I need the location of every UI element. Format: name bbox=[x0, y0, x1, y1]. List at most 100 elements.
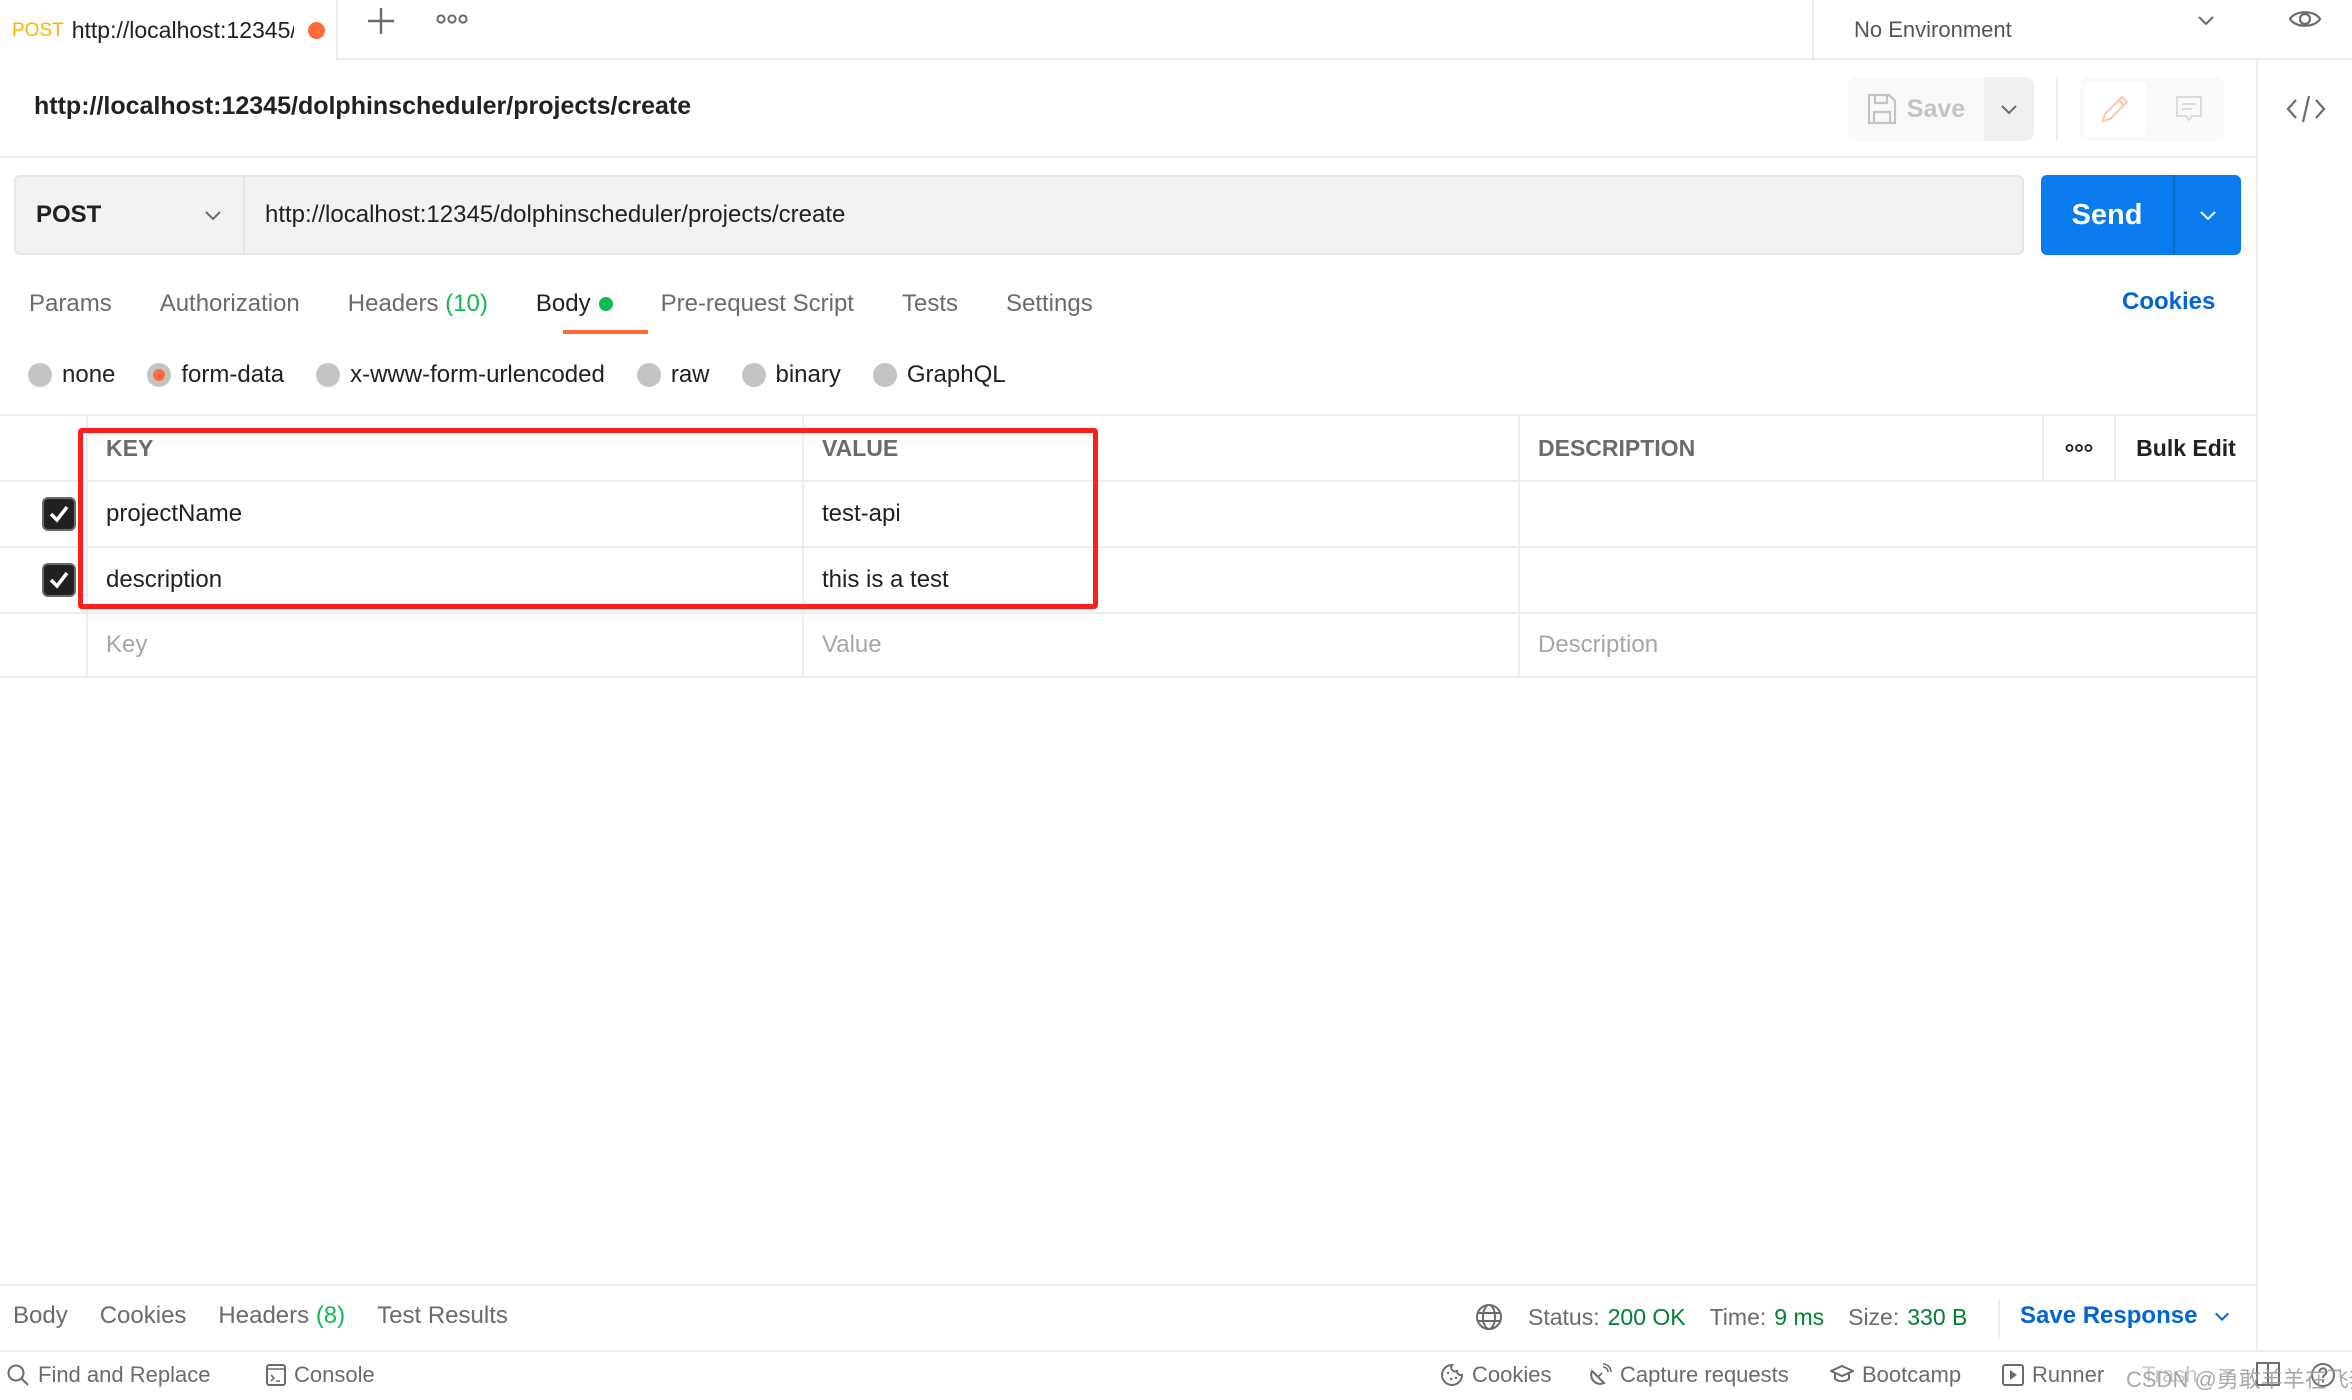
time-value[interactable]: 9 ms bbox=[1774, 1304, 1824, 1331]
save-button[interactable]: Save bbox=[1848, 77, 1984, 141]
more-horizontal-icon[interactable] bbox=[436, 12, 468, 26]
headers-count: (10) bbox=[445, 290, 488, 317]
size-value[interactable]: 330 B bbox=[1907, 1304, 1967, 1331]
console-icon bbox=[266, 1364, 286, 1386]
capture-requests-button[interactable]: Capture requests bbox=[1588, 1362, 1789, 1388]
tab-method: POST bbox=[12, 19, 64, 41]
radio-binary[interactable]: binary bbox=[741, 361, 841, 389]
radio-label: x-www-form-urlencoded bbox=[350, 361, 605, 388]
checkbox-cell bbox=[0, 548, 86, 612]
edit-button[interactable] bbox=[2084, 81, 2146, 137]
form-data-table: KEY VALUE DESCRIPTION Bulk Edit projectN… bbox=[0, 414, 2256, 678]
find-replace-button[interactable]: Find and Replace bbox=[6, 1362, 210, 1388]
request-title[interactable]: http://localhost:12345/dolphinscheduler/… bbox=[34, 92, 691, 121]
tab-label: Authorization bbox=[159, 290, 300, 317]
table-header-row: KEY VALUE DESCRIPTION Bulk Edit bbox=[0, 414, 2256, 480]
row-checkbox[interactable] bbox=[42, 497, 76, 531]
request-tab[interactable]: POST http://localhost:12345/dolphinsched… bbox=[0, 0, 338, 61]
url-input[interactable] bbox=[245, 177, 2022, 253]
body-indicator-dot-icon bbox=[598, 297, 613, 311]
bulk-edit-button[interactable]: Bulk Edit bbox=[2114, 416, 2256, 480]
column-header-value: VALUE bbox=[802, 416, 1518, 480]
description-cell[interactable] bbox=[1518, 482, 2256, 546]
checkmark-icon bbox=[49, 505, 69, 523]
status-label: Status: bbox=[1528, 1303, 1600, 1330]
plus-icon[interactable] bbox=[364, 4, 398, 38]
right-sidebar-border bbox=[2256, 60, 2258, 1350]
graduation-cap-icon bbox=[1830, 1364, 1854, 1383]
row-checkbox[interactable] bbox=[42, 563, 76, 597]
tab-headers[interactable]: Headers (10) bbox=[348, 282, 488, 326]
description-cell[interactable] bbox=[1518, 548, 2256, 612]
tab-label: Headers bbox=[218, 1302, 310, 1329]
eye-icon[interactable] bbox=[2288, 4, 2322, 34]
url-bar: POST bbox=[14, 175, 2024, 255]
save-label: Save bbox=[1906, 94, 1966, 123]
tab-settings[interactable]: Settings bbox=[1006, 282, 1093, 326]
key-input[interactable]: Key bbox=[86, 614, 802, 676]
radio-x-www-form-urlencoded[interactable]: x-www-form-urlencoded bbox=[316, 361, 605, 389]
chevron-down-icon bbox=[2001, 105, 2017, 115]
key-cell[interactable]: description bbox=[86, 548, 802, 612]
more-horizontal-icon bbox=[2065, 444, 2093, 452]
tab-label: Body bbox=[535, 290, 591, 317]
runner-button[interactable]: Runner bbox=[2002, 1362, 2104, 1388]
response-tab-cookies[interactable]: Cookies bbox=[100, 1302, 187, 1330]
tab-label: Settings bbox=[1005, 290, 1093, 317]
tab-tests[interactable]: Tests bbox=[902, 282, 958, 326]
watermark: CSDN @勇敢羊羊在飞奔 bbox=[2126, 1367, 2352, 1392]
value-cell[interactable]: this is a test bbox=[802, 548, 1518, 612]
chevron-down-icon bbox=[2198, 16, 2214, 26]
save-response-button[interactable]: Save Response bbox=[2020, 1302, 2231, 1330]
environment-selector[interactable]: No Environment bbox=[1812, 0, 2256, 60]
tab-label: Pre-request Script bbox=[660, 290, 854, 317]
radio-form-data[interactable]: form-data bbox=[147, 361, 284, 389]
globe-icon[interactable] bbox=[1474, 1302, 1504, 1332]
tab-authorization[interactable]: Authorization bbox=[160, 282, 300, 326]
tab-body[interactable]: Body bbox=[536, 282, 613, 326]
save-dropdown-button[interactable] bbox=[1984, 77, 2034, 141]
cookies-status-button[interactable]: Cookies bbox=[1440, 1362, 1551, 1388]
unsaved-dot-icon bbox=[307, 22, 325, 39]
value-input[interactable]: Value bbox=[802, 614, 1518, 676]
console-button[interactable]: Console bbox=[266, 1362, 375, 1388]
radio-none[interactable]: none bbox=[28, 361, 115, 389]
send-button[interactable]: Send bbox=[2041, 175, 2175, 255]
time-label: Time: bbox=[1709, 1303, 1767, 1330]
tab-pre-request-script[interactable]: Pre-request Script bbox=[661, 282, 854, 326]
tab-label: Tests bbox=[901, 290, 958, 317]
chevron-down-icon bbox=[205, 211, 221, 221]
response-tab-headers[interactable]: Headers (8) bbox=[218, 1302, 345, 1330]
comments-button[interactable] bbox=[2158, 81, 2220, 137]
method-select[interactable]: POST bbox=[16, 177, 245, 253]
radio-raw[interactable]: raw bbox=[636, 361, 710, 389]
active-tab-underline bbox=[563, 330, 648, 334]
key-cell[interactable]: projectName bbox=[86, 482, 802, 546]
comment-icon bbox=[2176, 96, 2202, 122]
tab-params[interactable]: Params bbox=[29, 282, 112, 326]
description-input[interactable]: Description bbox=[1518, 614, 2256, 676]
status-value[interactable]: 200 OK bbox=[1608, 1304, 1686, 1331]
bootcamp-button[interactable]: Bootcamp bbox=[1830, 1362, 1961, 1388]
response-tab-test-results[interactable]: Test Results bbox=[377, 1302, 508, 1330]
column-header-key: KEY bbox=[86, 416, 802, 480]
send-button-group: Send bbox=[2041, 175, 2241, 255]
cookies-link[interactable]: Cookies bbox=[2122, 288, 2215, 316]
radio-label: form-data bbox=[181, 361, 285, 388]
radio-circle-selected bbox=[147, 363, 172, 387]
table-options-button[interactable] bbox=[2042, 416, 2114, 480]
save-response-label: Save Response bbox=[2020, 1302, 2198, 1329]
value-cell[interactable]: test-api bbox=[802, 482, 1518, 546]
radio-label: none bbox=[62, 361, 116, 388]
search-icon bbox=[7, 1364, 29, 1386]
code-snippet-icon[interactable] bbox=[2286, 92, 2326, 126]
send-dropdown-button[interactable] bbox=[2175, 175, 2241, 255]
save-icon bbox=[1867, 93, 1896, 125]
method-label: POST bbox=[36, 201, 102, 228]
radio-circle bbox=[316, 363, 341, 387]
radio-graphql[interactable]: GraphQL bbox=[872, 361, 1006, 389]
response-tab-body[interactable]: Body bbox=[13, 1302, 68, 1330]
radio-circle bbox=[741, 363, 766, 387]
cookies-status-label: Cookies bbox=[1472, 1362, 1552, 1387]
chevron-down-icon bbox=[2215, 1312, 2230, 1322]
